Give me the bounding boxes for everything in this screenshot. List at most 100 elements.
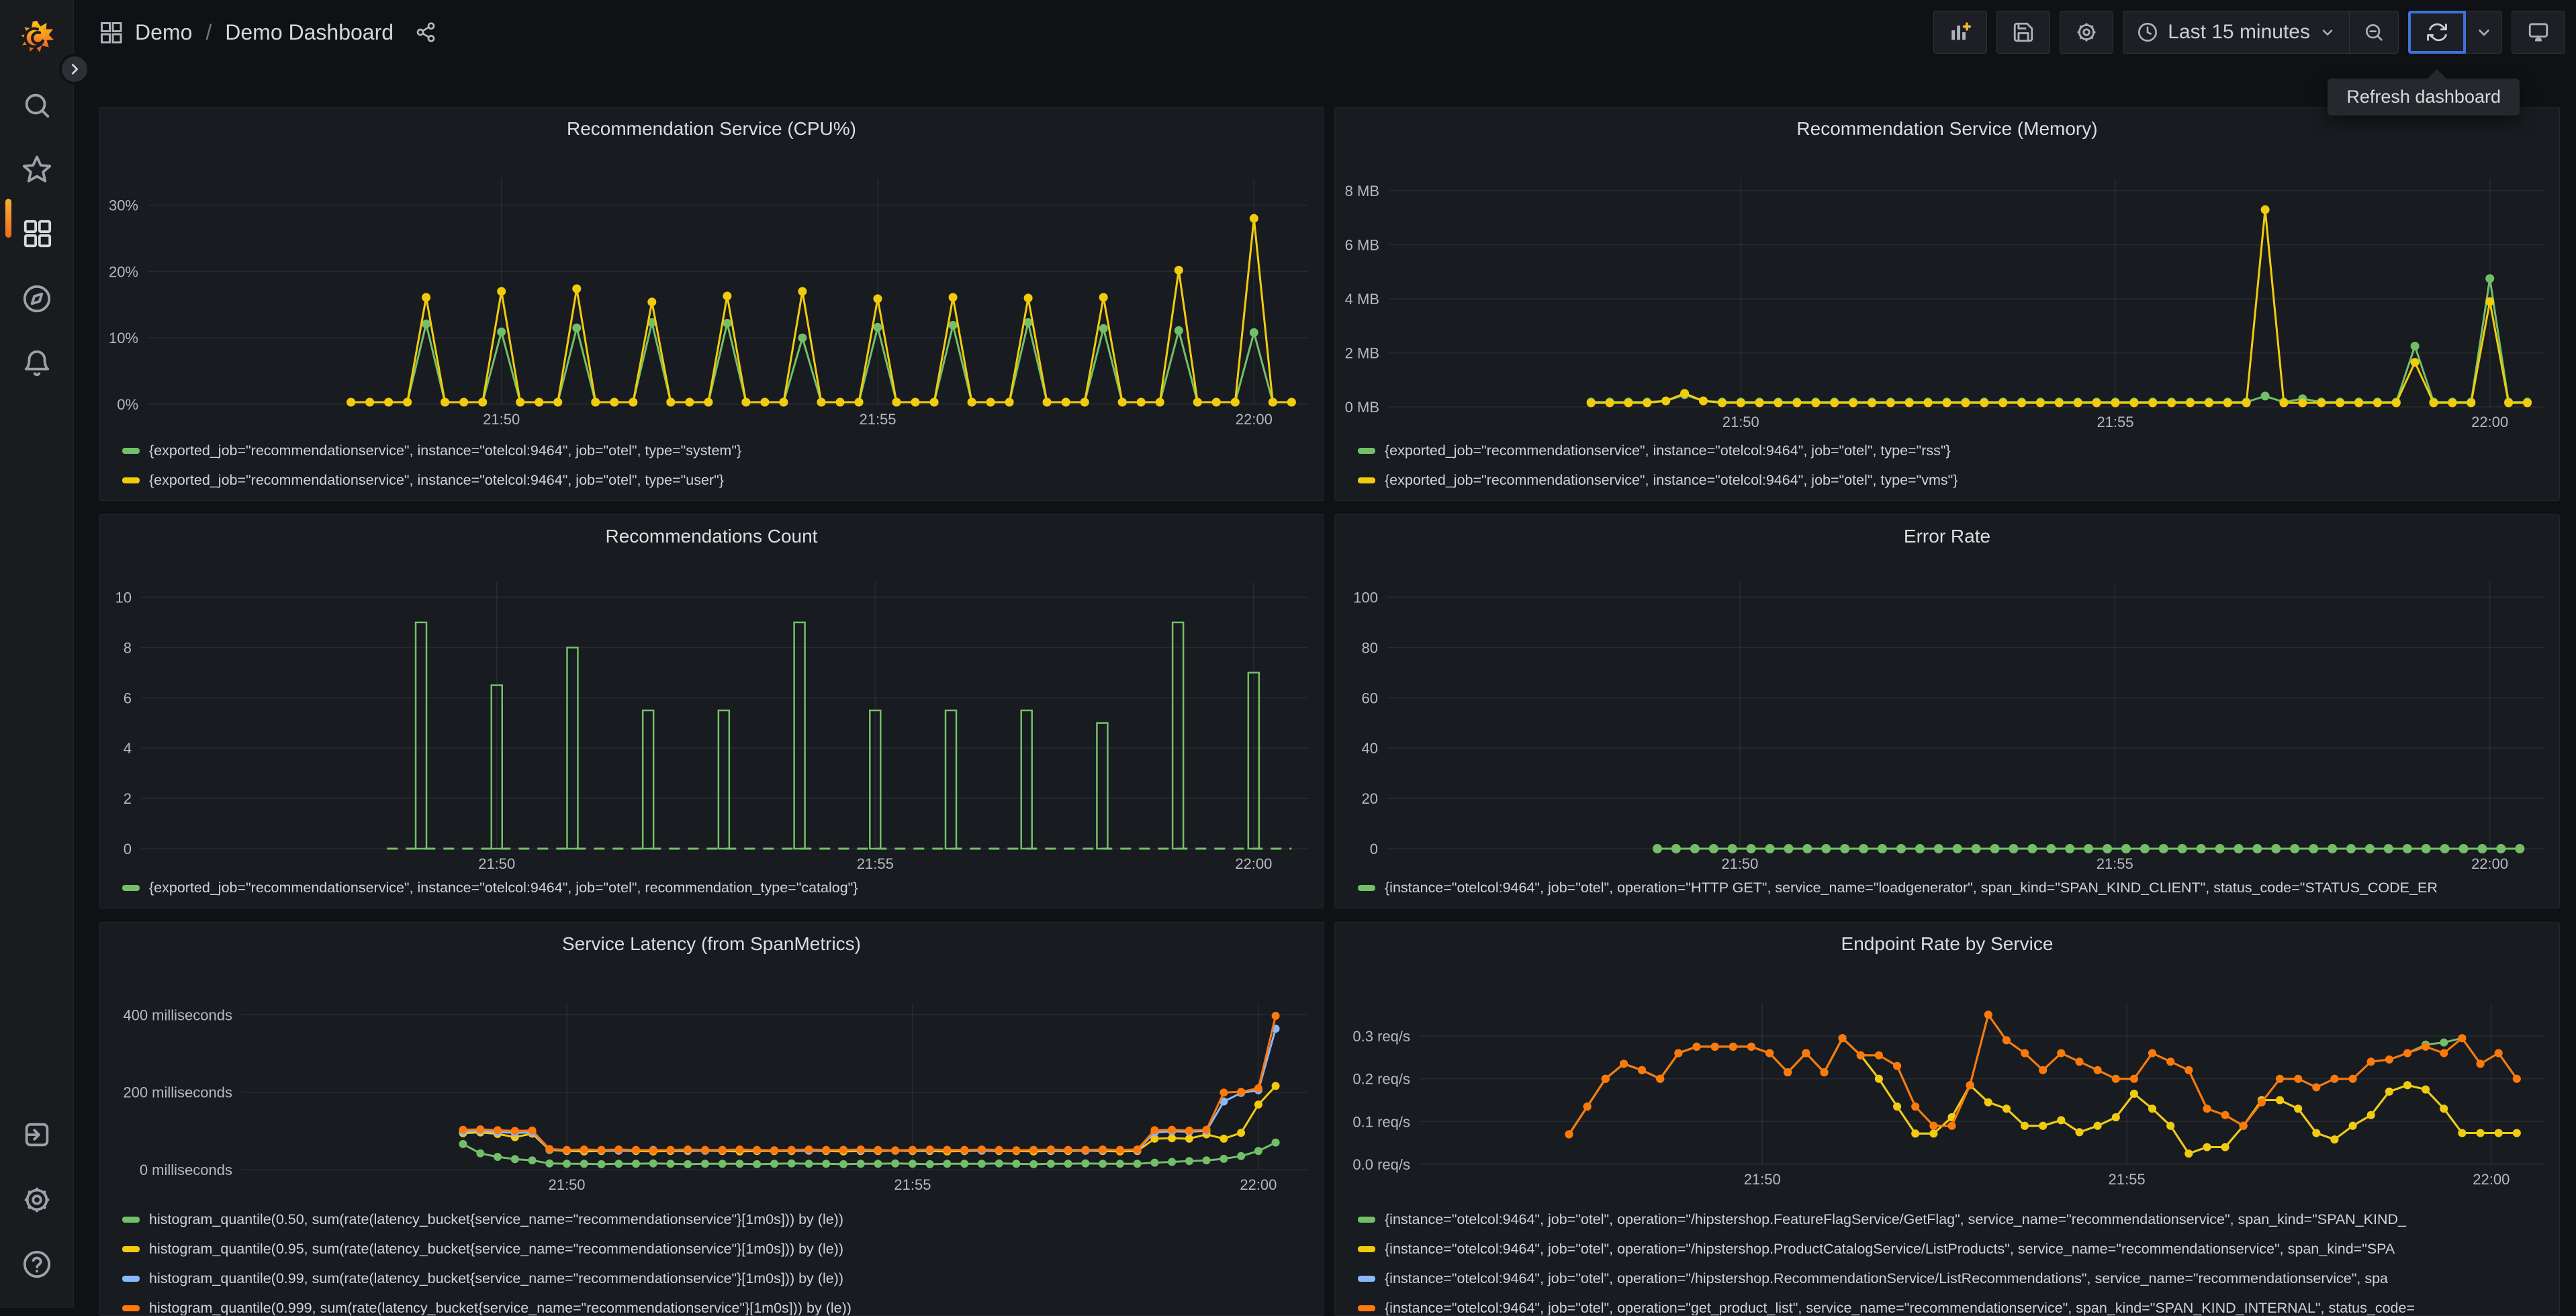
y-axis-tick-label: 0 milliseconds xyxy=(140,1162,232,1178)
legend-item[interactable]: histogram_quantile(0.999, sum(rate(laten… xyxy=(122,1293,1309,1316)
series-point xyxy=(960,1160,968,1168)
sidebar-item-sign-in[interactable] xyxy=(0,1104,74,1165)
legend-item[interactable]: {instance="otelcol:9464", job="otel", op… xyxy=(1358,1205,2544,1234)
legend-swatch-icon xyxy=(122,885,140,891)
legend-item[interactable]: {exported_job="recommendationservice", i… xyxy=(1358,436,2544,465)
series-point xyxy=(1802,1049,1810,1058)
refresh-button[interactable] xyxy=(2408,11,2466,54)
series-point xyxy=(1875,1075,1883,1083)
series-point xyxy=(798,334,807,342)
series-point xyxy=(2440,1049,2448,1058)
legend-item[interactable]: {exported_job="recommendationservice", i… xyxy=(122,436,1309,465)
legend-item[interactable]: {instance="otelcol:9464", job="otel", op… xyxy=(1358,873,2544,902)
series-point xyxy=(1966,1081,1974,1089)
series-point xyxy=(2166,1122,2174,1130)
series-point xyxy=(1116,1160,1124,1168)
sidebar-item-starred[interactable] xyxy=(0,139,74,199)
legend-item[interactable]: {instance="otelcol:9464", job="otel", op… xyxy=(1358,1293,2544,1316)
series-point xyxy=(1043,398,1052,407)
x-axis-tick-label: 22:00 xyxy=(2473,1171,2510,1188)
panel-title[interactable]: Recommendation Service (Memory) xyxy=(1335,118,2559,140)
series-point xyxy=(1250,214,1258,223)
x-axis-tick-label: 22:00 xyxy=(2471,855,2508,872)
series-point xyxy=(2477,1060,2485,1068)
series-point xyxy=(1193,398,1202,407)
series-point xyxy=(1830,399,1839,408)
time-range-picker[interactable]: Last 15 minutes xyxy=(2123,11,2349,53)
grafana-logo[interactable] xyxy=(0,20,74,55)
sidebar-item-help[interactable] xyxy=(0,1234,74,1295)
legend-item[interactable]: histogram_quantile(0.99, sum(rate(latenc… xyxy=(122,1264,1309,1293)
series-point xyxy=(1765,844,1775,853)
breadcrumb-folder[interactable]: Demo xyxy=(135,20,192,45)
series-point xyxy=(949,321,958,330)
series-point xyxy=(1802,844,1812,853)
series-point xyxy=(1005,398,1014,407)
zoom-out-button[interactable] xyxy=(2350,11,2398,53)
series-point xyxy=(2039,1122,2047,1130)
panel-title[interactable]: Service Latency (from SpanMetrics) xyxy=(99,933,1324,955)
series-point xyxy=(1661,397,1670,406)
legend-item[interactable]: histogram_quantile(0.50, sum(rate(latenc… xyxy=(122,1205,1309,1234)
time-controls: Last 15 minutes xyxy=(2123,11,2399,54)
sidebar-item-explore[interactable] xyxy=(0,269,74,329)
legend-item[interactable]: histogram_quantile(0.95, sum(rate(latenc… xyxy=(122,1234,1309,1264)
sign-in-icon xyxy=(21,1119,52,1150)
sidebar-item-dashboards[interactable] xyxy=(0,203,74,263)
series-point xyxy=(2430,399,2438,408)
series-point xyxy=(1062,398,1070,407)
cycle-view-mode-button[interactable] xyxy=(2512,11,2565,54)
y-axis-tick-label: 0.2 req/s xyxy=(1352,1071,1410,1088)
legend-item[interactable]: {exported_job="recommendationservice", i… xyxy=(122,873,1309,902)
series-point xyxy=(701,1160,709,1168)
sidebar-expand-button[interactable] xyxy=(59,54,90,85)
breadcrumb-dashboard-title[interactable]: Demo Dashboard xyxy=(225,20,394,45)
series-point xyxy=(1690,844,1700,853)
series-point xyxy=(1134,1160,1142,1168)
series-point xyxy=(2440,844,2450,853)
series-point xyxy=(563,1146,571,1154)
panel-title[interactable]: Recommendations Count xyxy=(99,526,1324,547)
bar xyxy=(416,622,426,849)
legend-label: {exported_job="recommendationservice", i… xyxy=(149,442,741,459)
series-point xyxy=(572,324,581,332)
series-point xyxy=(2065,844,2074,853)
y-axis-tick-label: 40 xyxy=(1362,740,1378,757)
series-point xyxy=(563,1160,571,1168)
sidebar-item-search[interactable] xyxy=(0,75,74,136)
panel-title[interactable]: Error Rate xyxy=(1335,526,2559,547)
series-point xyxy=(2036,399,2045,408)
series-point xyxy=(516,398,524,407)
legend-item[interactable]: {instance="otelcol:9464", job="otel", op… xyxy=(1358,1234,2544,1264)
chart-error-rate[interactable]: 02040608010021:5021:5522:00 xyxy=(1335,515,2559,908)
series-point xyxy=(2515,844,2524,853)
series-point xyxy=(995,1160,1003,1168)
series-point xyxy=(1272,1012,1280,1020)
sidebar-item-alerting[interactable] xyxy=(0,333,74,393)
series-point xyxy=(1237,1088,1245,1096)
save-dashboard-button[interactable] xyxy=(1996,11,2050,54)
chart-recommendations-count[interactable]: 024681021:5021:5522:00 xyxy=(99,515,1324,908)
legend-item[interactable]: {exported_job="recommendationservice", i… xyxy=(122,465,1309,495)
y-axis-tick-label: 6 MB xyxy=(1345,237,1379,254)
legend-item[interactable]: {instance="otelcol:9464", job="otel", op… xyxy=(1358,1264,2544,1293)
series-point xyxy=(760,398,769,407)
series-point xyxy=(2496,844,2505,853)
breadcrumb-separator: / xyxy=(205,20,212,45)
series-point xyxy=(995,1146,1003,1154)
panel-title[interactable]: Endpoint Rate by Service xyxy=(1335,933,2559,955)
add-panel-button[interactable] xyxy=(1933,11,1987,54)
sidebar-item-configuration[interactable] xyxy=(0,1170,74,1230)
series-point xyxy=(2403,1049,2411,1058)
series-point xyxy=(384,398,393,407)
share-dashboard-button[interactable] xyxy=(415,21,436,43)
series-point xyxy=(1643,399,1651,408)
series-point xyxy=(968,398,976,407)
legend-item[interactable]: {exported_job="recommendationservice", i… xyxy=(1358,465,2544,495)
dashboard-settings-button[interactable] xyxy=(2060,11,2113,54)
series-point xyxy=(1911,1129,1919,1137)
refresh-interval-dropdown[interactable] xyxy=(2466,11,2502,54)
series-point xyxy=(511,1127,519,1135)
panel-title[interactable]: Recommendation Service (CPU%) xyxy=(99,118,1324,140)
series-point xyxy=(1849,399,1857,408)
